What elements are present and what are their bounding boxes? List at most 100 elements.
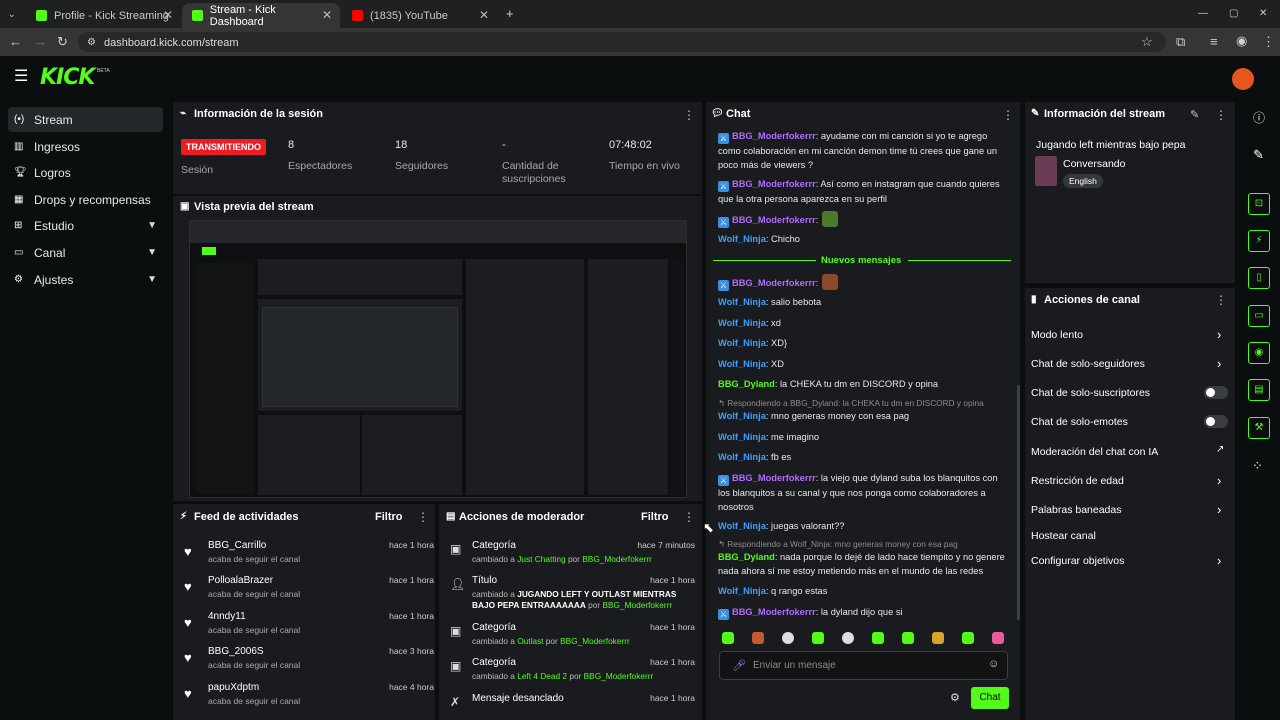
new-tab-icon[interactable]: +: [506, 7, 514, 21]
desc-user[interactable]: BBG_Moderfokerrr: [602, 600, 672, 610]
sidebar-item-ajustes[interactable]: ⚙ Ajustes ▼: [8, 267, 163, 292]
microphone-icon[interactable]: 🎤︎: [732, 659, 746, 672]
user-avatar[interactable]: [1232, 68, 1254, 90]
chat-username[interactable]: Wolf_Ninja: [718, 586, 766, 596]
back-icon[interactable]: ←: [9, 35, 22, 49]
reload-icon[interactable]: ↻: [57, 35, 68, 49]
feed-user[interactable]: 4nndy11: [208, 611, 246, 622]
sidebar-item-drops[interactable]: ▦ Drops y recompensas: [8, 187, 163, 212]
close-tab-icon[interactable]: ✕: [479, 8, 489, 22]
profile-icon[interactable]: ◉: [1236, 34, 1247, 48]
reply-context[interactable]: ↰ Respondiendo a BBG_Dyland: la CHEKA tu…: [718, 398, 984, 408]
browser-menu-icon[interactable]: ⋮: [1262, 35, 1275, 49]
sidebar-item-stream[interactable]: (•) Stream: [8, 107, 163, 132]
chevron-right-icon[interactable]: ›: [1217, 356, 1221, 371]
emoji-icon[interactable]: ☺: [988, 658, 999, 670]
kick-logo[interactable]: KICK: [40, 65, 95, 90]
chat-username[interactable]: BBG_Dyland: [718, 379, 775, 389]
chat-username[interactable]: Wolf_Ninja: [718, 234, 766, 244]
chat-settings-icon[interactable]: ⚙: [950, 691, 960, 704]
url-field[interactable]: [78, 32, 1166, 52]
wrench-icon[interactable]: ⚒: [1248, 417, 1270, 439]
add-widget-icon[interactable]: ⁘: [1252, 459, 1263, 473]
chat-username[interactable]: BBG_Moderfokerrr: [732, 215, 816, 225]
maximize-icon[interactable]: ▢: [1229, 7, 1238, 21]
chat-username[interactable]: BBG_Moderfokerrr: [732, 473, 816, 483]
screen-icon[interactable]: ⊡: [1248, 193, 1270, 215]
desc-user[interactable]: BBG_Moderfokerrr: [584, 671, 654, 681]
chat-username[interactable]: Wolf_Ninja: [718, 359, 766, 369]
chat-username[interactable]: Wolf_Ninja: [718, 338, 766, 348]
chevron-right-icon[interactable]: ›: [1217, 502, 1221, 517]
emote-icon[interactable]: [752, 632, 764, 644]
chat-username[interactable]: BBG_Moderfokerrr: [732, 179, 816, 189]
page-icon[interactable]: ▯: [1248, 267, 1270, 289]
sidebar-item-canal[interactable]: ▭ Canal ▼: [8, 240, 163, 265]
chat-username[interactable]: Wolf_Ninja: [718, 452, 766, 462]
mod-filter-button[interactable]: Filtro: [641, 511, 669, 523]
emote-icon[interactable]: [782, 632, 794, 644]
forward-icon[interactable]: →: [34, 35, 47, 49]
chat-scrollbar[interactable]: [1017, 385, 1020, 620]
sidebar-item-estudio[interactable]: ⊞ Estudio ▼: [8, 213, 163, 238]
sidebar-item-ingresos[interactable]: ▥ Ingresos: [8, 134, 163, 159]
chat-username[interactable]: Wolf_Ninja: [718, 297, 766, 307]
goals-option[interactable]: Configurar objetivos: [1031, 555, 1124, 567]
feed-filter-button[interactable]: Filtro: [375, 511, 403, 523]
stream-preview-video[interactable]: [189, 220, 687, 498]
stream-info-menu-icon[interactable]: ⋮: [1215, 108, 1227, 122]
emotes-only-toggle[interactable]: [1204, 415, 1228, 428]
reply-context[interactable]: ↰ Respondiendo a Wolf_Ninja: mno generas…: [718, 539, 958, 549]
emote-icon[interactable]: [812, 632, 824, 644]
chat-menu-icon[interactable]: ⋮: [1002, 108, 1014, 122]
feed-user[interactable]: BBG_Carrillo: [208, 540, 266, 551]
chat-username[interactable]: Wolf_Ninja: [718, 318, 766, 328]
category-name[interactable]: Conversando: [1063, 158, 1125, 170]
feed-user[interactable]: BBG_2006S: [208, 646, 264, 657]
tab-stream[interactable]: Stream - Kick Dashboard ✕: [182, 3, 340, 28]
chat-username[interactable]: BBG_Moderfokerrr: [732, 131, 816, 141]
chat-username[interactable]: Wolf_Ninja: [718, 521, 766, 531]
emote-icon[interactable]: [842, 632, 854, 644]
mod-menu-icon[interactable]: ⋮: [683, 510, 695, 524]
emote-icon[interactable]: [992, 632, 1004, 644]
host-channel-option[interactable]: Hostear canal: [1031, 530, 1096, 542]
emote-icon[interactable]: [932, 632, 944, 644]
media-icon[interactable]: ≡: [1210, 35, 1218, 49]
feed-menu-icon[interactable]: ⋮: [417, 510, 429, 524]
send-chat-button[interactable]: Chat: [971, 687, 1009, 709]
chat-username[interactable]: BBG_Dyland: [718, 552, 775, 562]
chevron-right-icon[interactable]: ›: [1217, 473, 1221, 488]
chat-username[interactable]: BBG_Moderfokerrr: [732, 607, 816, 617]
external-link-icon[interactable]: ↗: [1216, 444, 1224, 455]
desc-user[interactable]: BBG_Moderfokerrr: [582, 554, 652, 564]
edit-icon[interactable]: ✎: [1190, 108, 1199, 121]
bolt-icon[interactable]: ⚡︎: [1248, 230, 1270, 252]
slow-mode-option[interactable]: Modo lento: [1031, 329, 1083, 341]
tab-youtube[interactable]: (1835) YouTube ✕: [342, 3, 497, 28]
subs-only-toggle[interactable]: [1204, 386, 1228, 399]
chevron-right-icon[interactable]: ›: [1217, 553, 1221, 568]
chevron-right-icon[interactable]: ›: [1217, 327, 1221, 342]
close-tab-icon[interactable]: ✕: [322, 8, 332, 22]
site-info-icon[interactable]: ⚙: [87, 36, 96, 50]
pencil-icon[interactable]: ✎: [1253, 148, 1264, 162]
chat-username[interactable]: BBG_Moderfokerrr: [732, 278, 816, 288]
feed-user[interactable]: papuXdptm: [208, 682, 259, 693]
hamburger-menu-icon[interactable]: ☰: [14, 69, 28, 85]
banned-words-option[interactable]: Palabras baneadas: [1031, 504, 1122, 516]
ai-moderation-option[interactable]: Moderación del chat con IA: [1031, 446, 1158, 458]
info-icon[interactable]: ⓘ: [1253, 111, 1265, 125]
session-menu-icon[interactable]: ⋮: [683, 108, 695, 122]
emote-icon[interactable]: [722, 632, 734, 644]
emote-icon[interactable]: [872, 632, 884, 644]
tab-list-icon[interactable]: ⌄: [8, 7, 16, 21]
tab-profile[interactable]: Profile - Kick Streaming ✕: [26, 3, 181, 28]
close-tab-icon[interactable]: ✕: [163, 8, 173, 22]
chat-username[interactable]: Wolf_Ninja: [718, 432, 766, 442]
chat-username[interactable]: Wolf_Ninja: [718, 411, 766, 421]
sidebar-item-logros[interactable]: 🏆︎ Logros: [8, 160, 163, 185]
age-restriction-option[interactable]: Restricción de edad: [1031, 475, 1124, 487]
layout-icon[interactable]: ▤: [1248, 379, 1270, 401]
minimize-icon[interactable]: —: [1198, 7, 1208, 21]
